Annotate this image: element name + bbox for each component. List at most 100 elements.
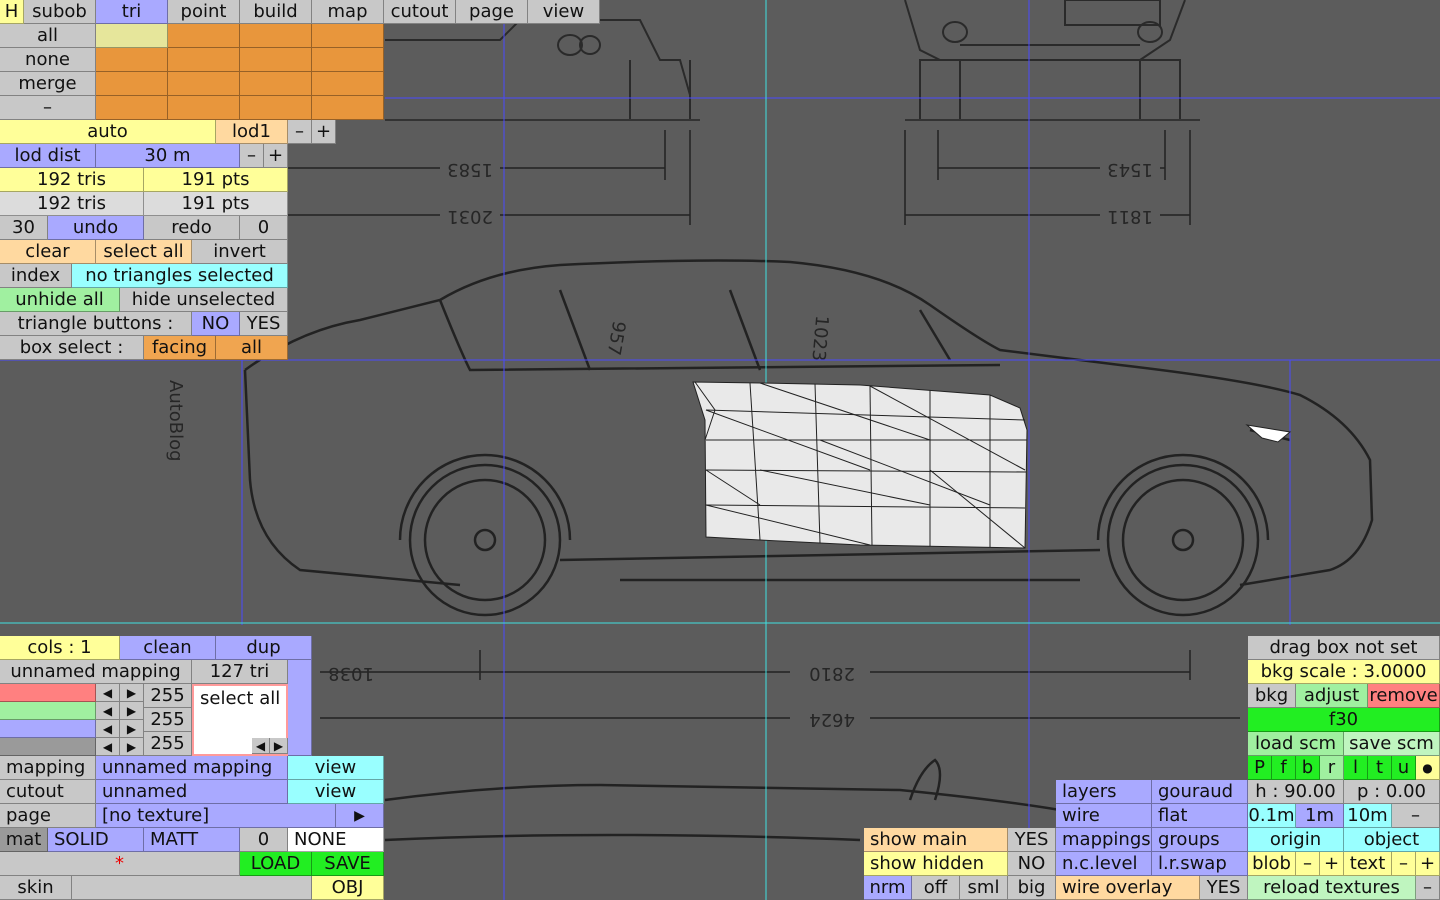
off-button[interactable]: off <box>912 876 960 900</box>
mapping-select-all-item[interactable]: select all <box>194 686 280 708</box>
nc-level-button[interactable]: n.c.level <box>1056 852 1152 876</box>
bkg-button[interactable]: bkg <box>1248 684 1296 708</box>
step-dash-button[interactable]: – <box>1392 804 1440 828</box>
view-dot-button[interactable]: ● <box>1416 756 1440 780</box>
select-all-button[interactable]: select all <box>96 240 192 264</box>
undo-button[interactable]: undo <box>48 216 144 240</box>
reload-textures-button[interactable]: reload textures <box>1248 876 1416 900</box>
lod-dist-minus-button[interactable]: – <box>240 144 264 168</box>
menu-build[interactable]: build <box>240 0 312 24</box>
group-cell[interactable] <box>96 24 168 48</box>
box-select-facing[interactable]: facing <box>144 336 216 360</box>
triangle-buttons-yes[interactable]: YES <box>240 312 288 336</box>
skin-field[interactable] <box>72 876 312 900</box>
list-next-button[interactable]: ▶ <box>270 738 288 754</box>
view-l-button[interactable]: l <box>1344 756 1368 780</box>
text-minus-button[interactable]: – <box>1392 852 1416 876</box>
origin-button[interactable]: origin <box>1248 828 1344 852</box>
select-all-groups-button[interactable]: all <box>0 24 96 48</box>
blue-value[interactable]: 255 <box>144 732 192 756</box>
view-p-button[interactable]: P <box>1248 756 1272 780</box>
view-f-button[interactable]: f <box>1272 756 1296 780</box>
cutout-view-button[interactable]: view <box>288 780 384 804</box>
skin-button[interactable]: skin <box>0 876 72 900</box>
group-cell[interactable] <box>240 48 312 72</box>
bkg-scale[interactable]: bkg scale : 3.0000 <box>1248 660 1440 684</box>
group-cell[interactable] <box>240 96 312 120</box>
pitch-value[interactable]: p : 0.00 <box>1344 780 1440 804</box>
group-cell[interactable] <box>168 72 240 96</box>
lr-swap-button[interactable]: l.r.swap <box>1152 852 1248 876</box>
text-button[interactable]: text <box>1344 852 1392 876</box>
wire-overlay-label[interactable]: wire overlay <box>1056 876 1200 900</box>
lod-dist-plus-button[interactable]: + <box>264 144 288 168</box>
clear-button[interactable]: clear <box>0 240 96 264</box>
hide-unselected-button[interactable]: hide unselected <box>120 288 288 312</box>
view-r-button[interactable]: r <box>1320 756 1344 780</box>
green-value[interactable]: 255 <box>144 708 192 732</box>
nrm-button[interactable]: nrm <box>864 876 912 900</box>
group-cell[interactable] <box>168 48 240 72</box>
gray-decrease-button[interactable]: ◀ <box>96 738 120 756</box>
menu-map[interactable]: map <box>312 0 384 24</box>
group-cell[interactable] <box>312 72 384 96</box>
menu-subob[interactable]: subob <box>24 0 96 24</box>
blue-increase-button[interactable]: ▶ <box>120 720 144 738</box>
unhide-all-button[interactable]: unhide all <box>0 288 120 312</box>
page-play-icon[interactable]: ▶ <box>336 804 384 828</box>
view-u-button[interactable]: u <box>1392 756 1416 780</box>
blue-decrease-button[interactable]: ◀ <box>96 720 120 738</box>
view-b-button[interactable]: b <box>1296 756 1320 780</box>
clean-button[interactable]: clean <box>120 636 216 660</box>
group-cell[interactable] <box>168 24 240 48</box>
view-t-button[interactable]: t <box>1368 756 1392 780</box>
layers-button[interactable]: layers <box>1056 780 1152 804</box>
h-button[interactable]: H <box>0 0 24 24</box>
load-button[interactable]: LOAD <box>240 852 312 876</box>
triangle-buttons-no[interactable]: NO <box>192 312 240 336</box>
adjust-button[interactable]: adjust <box>1296 684 1368 708</box>
menu-page[interactable]: page <box>456 0 528 24</box>
heading-value[interactable]: h : 90.00 <box>1248 780 1344 804</box>
green-increase-button[interactable]: ▶ <box>120 702 144 720</box>
sml-button[interactable]: sml <box>960 876 1008 900</box>
mapping-value[interactable]: unnamed mapping <box>96 756 288 780</box>
blob-button[interactable]: blob <box>1248 852 1296 876</box>
mat-number[interactable]: 0 <box>240 828 288 852</box>
mapping-name[interactable]: unnamed mapping <box>0 660 192 684</box>
box-select-all[interactable]: all <box>216 336 288 360</box>
f30-button[interactable]: f30 <box>1248 708 1440 732</box>
group-cell[interactable] <box>240 24 312 48</box>
group-cell[interactable] <box>312 48 384 72</box>
green-decrease-button[interactable]: ◀ <box>96 702 120 720</box>
page-value[interactable]: [no texture] <box>96 804 336 828</box>
group-cell[interactable] <box>312 24 384 48</box>
wire-overlay-value[interactable]: YES <box>1200 876 1248 900</box>
mapping-view-button[interactable]: view <box>288 756 384 780</box>
redo-button[interactable]: redo <box>144 216 240 240</box>
obj-button[interactable]: OBJ <box>312 876 384 900</box>
invert-button[interactable]: invert <box>192 240 288 264</box>
menu-cutout[interactable]: cutout <box>384 0 456 24</box>
menu-view[interactable]: view <box>528 0 600 24</box>
red-increase-button[interactable]: ▶ <box>120 684 144 702</box>
group-cell[interactable] <box>168 96 240 120</box>
step-10m-button[interactable]: 10m <box>1344 804 1392 828</box>
mappings-button[interactable]: mappings <box>1056 828 1152 852</box>
list-prev-button[interactable]: ◀ <box>252 738 270 754</box>
blob-minus-button[interactable]: – <box>1296 852 1320 876</box>
text-plus-button[interactable]: + <box>1416 852 1440 876</box>
show-main-value[interactable]: YES <box>1008 828 1056 852</box>
lod-auto-button[interactable]: auto <box>0 120 216 144</box>
red-decrease-button[interactable]: ◀ <box>96 684 120 702</box>
index-button[interactable]: index <box>0 264 72 288</box>
show-hidden-value[interactable]: NO <box>1008 852 1056 876</box>
dash-button[interactable]: – <box>0 96 96 120</box>
lod-minus-button[interactable]: – <box>288 120 312 144</box>
merge-button[interactable]: merge <box>0 72 96 96</box>
wire-button[interactable]: wire <box>1056 804 1152 828</box>
save-scm-button[interactable]: save scm <box>1344 732 1440 756</box>
cols-label[interactable]: cols : 1 <box>0 636 120 660</box>
reload-dash-button[interactable]: – <box>1416 876 1440 900</box>
flat-button[interactable]: flat <box>1152 804 1248 828</box>
